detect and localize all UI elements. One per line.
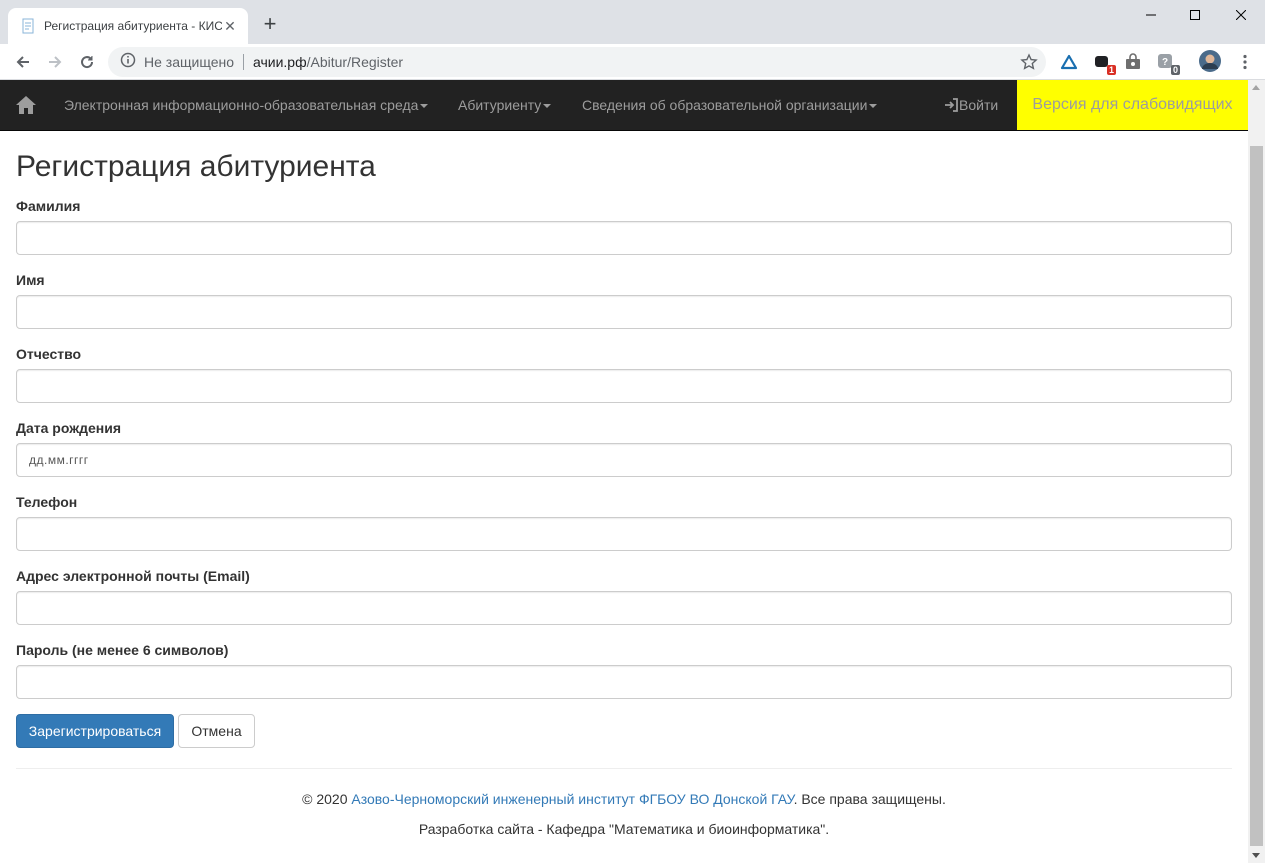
- tab-title: Регистрация абитуриента - КИС: [44, 19, 222, 33]
- browser-menu-icon[interactable]: [1236, 53, 1254, 71]
- caret-down-icon: [869, 104, 878, 109]
- copyright-prefix: © 2020: [302, 791, 352, 807]
- extension-with-badge-icon[interactable]: 1: [1093, 53, 1116, 75]
- phone-input[interactable]: [16, 517, 1232, 551]
- birthdate-input[interactable]: [16, 443, 1232, 477]
- bookmark-star-icon[interactable]: [1020, 53, 1038, 71]
- page-title: Регистрация абитуриента: [16, 150, 376, 183]
- nav-item-abiturient[interactable]: Абитуриенту: [458, 80, 552, 130]
- patronymic-input[interactable]: [16, 369, 1232, 403]
- browser-tab[interactable]: Регистрация абитуриента - КИС ✕: [8, 8, 248, 44]
- name-label: Имя: [16, 272, 45, 288]
- login-icon: [944, 82, 959, 132]
- low-vision-version-link[interactable]: Версия для слабовидящих: [1017, 80, 1248, 130]
- register-button[interactable]: Зарегистрироваться: [16, 714, 174, 748]
- nav-item-label: Электронная информационно-образовательна…: [64, 97, 419, 113]
- login-link[interactable]: Войти: [944, 80, 998, 130]
- nav-item-label: Сведения об образовательной организации: [582, 97, 868, 113]
- nav-item-org-info[interactable]: Сведения об образовательной организации: [582, 80, 878, 130]
- address-bar[interactable]: Не защищено ачии.рф/Abitur/Register: [108, 47, 1046, 77]
- surname-label: Фамилия: [16, 198, 81, 214]
- page-scrollbar[interactable]: [1248, 80, 1265, 863]
- footer-copyright: © 2020 Азово-Черноморский инженерный инс…: [16, 791, 1232, 807]
- extension-badge: 1: [1106, 65, 1116, 75]
- phone-label: Телефон: [16, 494, 78, 510]
- copyright-suffix: . Все права защищены.: [793, 791, 946, 807]
- close-window-icon[interactable]: [1218, 0, 1264, 30]
- name-input[interactable]: [16, 295, 1232, 329]
- patronymic-label: Отчество: [16, 346, 82, 362]
- scroll-thumb[interactable]: [1250, 146, 1263, 846]
- login-label: Войти: [959, 97, 999, 113]
- forward-arrow-icon[interactable]: [42, 49, 68, 75]
- security-status: Не защищено: [144, 54, 234, 70]
- caret-down-icon: [420, 104, 429, 109]
- url-host: ачии.рф: [253, 54, 307, 70]
- delta-extension-icon[interactable]: [1060, 53, 1078, 71]
- minimize-window-icon[interactable]: [1128, 0, 1174, 30]
- maximize-window-icon[interactable]: [1172, 0, 1218, 30]
- document-favicon-icon: [20, 18, 36, 34]
- nav-item-eios[interactable]: Электронная информационно-образовательна…: [64, 80, 429, 130]
- extension-badge: 0: [1170, 65, 1180, 75]
- info-icon[interactable]: [120, 52, 136, 73]
- caret-down-icon: [543, 104, 552, 109]
- password-label: Пароль (не менее 6 символов): [16, 642, 229, 658]
- cancel-button[interactable]: Отмена: [178, 714, 255, 748]
- footer-divider: [16, 768, 1232, 769]
- site-navbar: Электронная информационно-образовательна…: [0, 80, 1248, 131]
- profile-avatar[interactable]: [1199, 50, 1221, 72]
- shopping-bag-extension-icon[interactable]: [1124, 53, 1142, 71]
- birthdate-label: Дата рождения: [16, 420, 122, 436]
- help-extension-icon[interactable]: ? 0: [1157, 53, 1180, 75]
- browser-tabstrip: Регистрация абитуриента - КИС ✕ +: [0, 0, 1265, 44]
- new-tab-plus-icon[interactable]: +: [258, 12, 282, 36]
- url-path: /Abitur/Register: [306, 54, 404, 70]
- email-input[interactable]: [16, 591, 1232, 625]
- reload-icon[interactable]: [74, 49, 100, 75]
- org-link[interactable]: Азово-Черноморский инженерный институт Ф…: [351, 791, 793, 807]
- scroll-up-arrow-icon[interactable]: [1252, 85, 1260, 90]
- password-input[interactable]: [16, 665, 1232, 699]
- omnibox-divider: [243, 54, 244, 70]
- tab-close-icon[interactable]: ✕: [222, 18, 238, 34]
- home-icon[interactable]: [15, 95, 37, 115]
- nav-item-label: Абитуриенту: [458, 97, 542, 113]
- surname-input[interactable]: [16, 221, 1232, 255]
- email-label: Адрес электронной почты (Email): [16, 568, 250, 584]
- back-arrow-icon[interactable]: [10, 49, 36, 75]
- browser-toolbar: Не защищено ачии.рф/Abitur/Register 1 ? …: [0, 44, 1265, 80]
- svg-text:?: ?: [1162, 57, 1168, 68]
- scroll-down-arrow-icon[interactable]: [1252, 853, 1260, 858]
- footer-developer: Разработка сайта - Кафедра "Математика и…: [418, 821, 830, 837]
